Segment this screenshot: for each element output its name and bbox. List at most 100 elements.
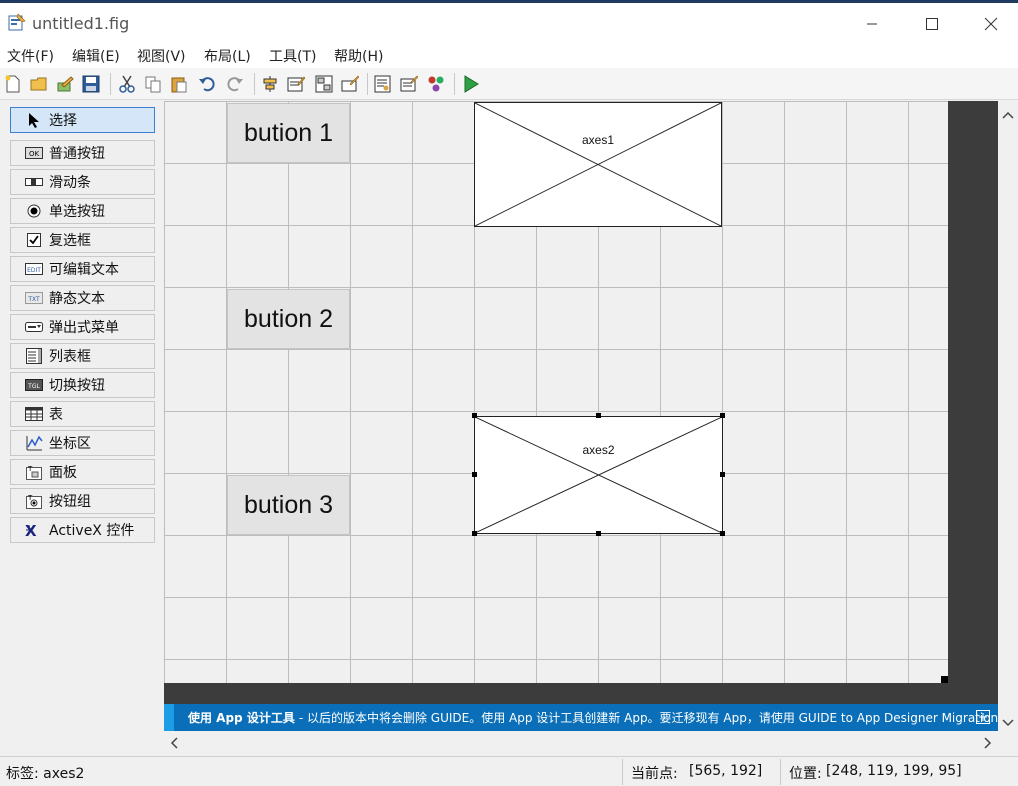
palette-item-edit-text[interactable]: EDIT 可编辑文本 [10,256,155,282]
expand-banner-icon[interactable] [976,710,990,724]
menu-view[interactable]: 视图(V) [137,46,186,66]
svg-text:TGL: TGL [27,383,40,390]
svg-text:OK: OK [29,150,40,158]
undo-icon[interactable] [196,73,218,95]
toolbar [0,68,1018,100]
code-editor-icon[interactable] [372,73,394,95]
palette-item-button-group[interactable]: T 按钮组 [10,488,155,514]
new-file-icon[interactable] [2,73,24,95]
palette-item-label: ActiveX 控件 [49,523,135,539]
canvas-push-button-3[interactable]: bution 3 [227,475,350,535]
activex-icon: X [24,522,44,538]
selection-handle[interactable] [472,413,477,418]
static-text-icon: TXT [24,290,44,306]
palette-item-label: 复选框 [49,233,91,249]
palette-item-activex[interactable]: X ActiveX 控件 [10,517,155,543]
palette-item-label: 坐标区 [49,436,91,452]
run-icon[interactable] [460,73,482,95]
edit-icon[interactable] [54,73,76,95]
canvas-push-button-1[interactable]: bution 1 [227,103,350,163]
menu-edit[interactable]: 编辑(E) [72,46,120,66]
selection-handle[interactable] [596,531,601,536]
menu-layout[interactable]: 布局(L) [204,46,251,66]
status-position-value: [248, 119, 199, 95] [826,763,962,779]
palette-item-label: 滑动条 [49,175,91,191]
palette-item-slider[interactable]: 滑动条 [10,169,155,195]
selection-handle[interactable] [596,413,601,418]
close-button[interactable] [971,9,1011,39]
scroll-up-icon[interactable] [1002,107,1014,123]
vertical-scrollbar[interactable] [998,101,1018,731]
palette-item-panel[interactable]: T 面板 [10,459,155,485]
horizontal-scrollbar[interactable] [164,731,998,753]
palette-item-label: 单选按钮 [49,204,105,220]
canvas-axes-1[interactable]: axes1 [474,102,722,227]
canvas-outer-area [948,101,998,703]
menu-editor-icon[interactable] [285,73,307,95]
property-inspector-icon[interactable] [398,73,420,95]
selection-handle[interactable] [472,472,477,477]
palette-select-tool[interactable]: 选择 [10,107,155,133]
radio-button-icon [24,203,44,219]
palette-item-label: 表 [49,407,63,423]
popup-menu-icon [24,319,44,335]
palette-item-push-button[interactable]: OK 普通按钮 [10,140,155,166]
menu-tools[interactable]: 工具(T) [269,46,316,66]
canvas-axes-2[interactable]: axes2 [474,416,723,534]
object-browser-icon[interactable] [425,73,447,95]
edit-text-icon: EDIT [24,261,44,277]
toggle-button-icon: TGL [24,377,44,393]
copy-icon[interactable] [142,73,164,95]
scroll-left-icon[interactable] [170,737,178,753]
redo-icon[interactable] [224,73,246,95]
palette-item-toggle-button[interactable]: TGL 切换按钮 [10,372,155,398]
toolbar-editor-icon[interactable] [339,73,361,95]
canvas-outer-area [164,683,998,704]
tab-order-editor-icon[interactable] [313,73,335,95]
palette-item-static-text[interactable]: TXT 静态文本 [10,285,155,311]
toolbar-separator [367,73,368,95]
palette-item-popup-menu[interactable]: 弹出式菜单 [10,314,155,340]
scroll-down-icon[interactable] [1002,715,1014,731]
selection-handle[interactable] [720,531,725,536]
layout-canvas[interactable]: bution 1 bution 2 bution 3 axes1 axes2 [164,101,948,683]
palette-item-radio-button[interactable]: 单选按钮 [10,198,155,224]
palette-item-checkbox[interactable]: 复选框 [10,227,155,253]
status-bar: 标签: axes2 当前点: [565, 192] 位置: [248, 119,… [0,756,1018,786]
axes-placeholder-cross [475,103,721,226]
canvas-push-button-2[interactable]: bution 2 [227,289,350,349]
palette-item-label: 弹出式菜单 [49,320,119,336]
menu-file[interactable]: 文件(F) [7,46,54,66]
palette-item-label: 切换按钮 [49,378,105,394]
selection-handle[interactable] [720,472,725,477]
listbox-icon [24,348,44,364]
maximize-button[interactable] [912,9,952,39]
banner-title: 使用 App 设计工具 [188,711,295,725]
component-palette: 选择 OK 普通按钮 滑动条 单选按钮 复选框 EDIT 可编辑文本 TXT 静… [0,100,162,750]
scroll-right-icon[interactable] [984,737,992,753]
align-objects-icon[interactable] [259,73,281,95]
axes-placeholder-cross [475,417,722,533]
figure-resize-handle[interactable] [941,676,948,683]
menu-help[interactable]: 帮助(H) [334,46,383,66]
banner-text[interactable]: - 以后的版本中将会删除 GUIDE。使用 App 设计工具创建新 App。要迁… [299,709,998,726]
minimize-button[interactable] [852,9,892,39]
save-icon[interactable] [80,73,102,95]
paste-icon[interactable] [168,73,190,95]
selection-handle[interactable] [472,531,477,536]
cut-icon[interactable] [116,73,138,95]
palette-item-label: 选择 [49,113,77,129]
toolbar-separator [254,73,255,95]
open-folder-icon[interactable] [28,73,50,95]
palette-item-table[interactable]: 表 [10,401,155,427]
palette-item-listbox[interactable]: 列表框 [10,343,155,369]
palette-item-axes[interactable]: 坐标区 [10,430,155,456]
arrow-pointer-icon [24,112,44,128]
toolbar-separator [110,73,111,95]
guide-deprecation-banner: 使用 App 设计工具 - 以后的版本中将会删除 GUIDE。使用 App 设计… [164,704,998,731]
status-separator [622,759,623,785]
palette-item-label: 普通按钮 [49,146,105,162]
toolbar-separator [454,73,455,95]
selection-handle[interactable] [720,413,725,418]
axes-tag-label: axes2 [582,443,615,457]
